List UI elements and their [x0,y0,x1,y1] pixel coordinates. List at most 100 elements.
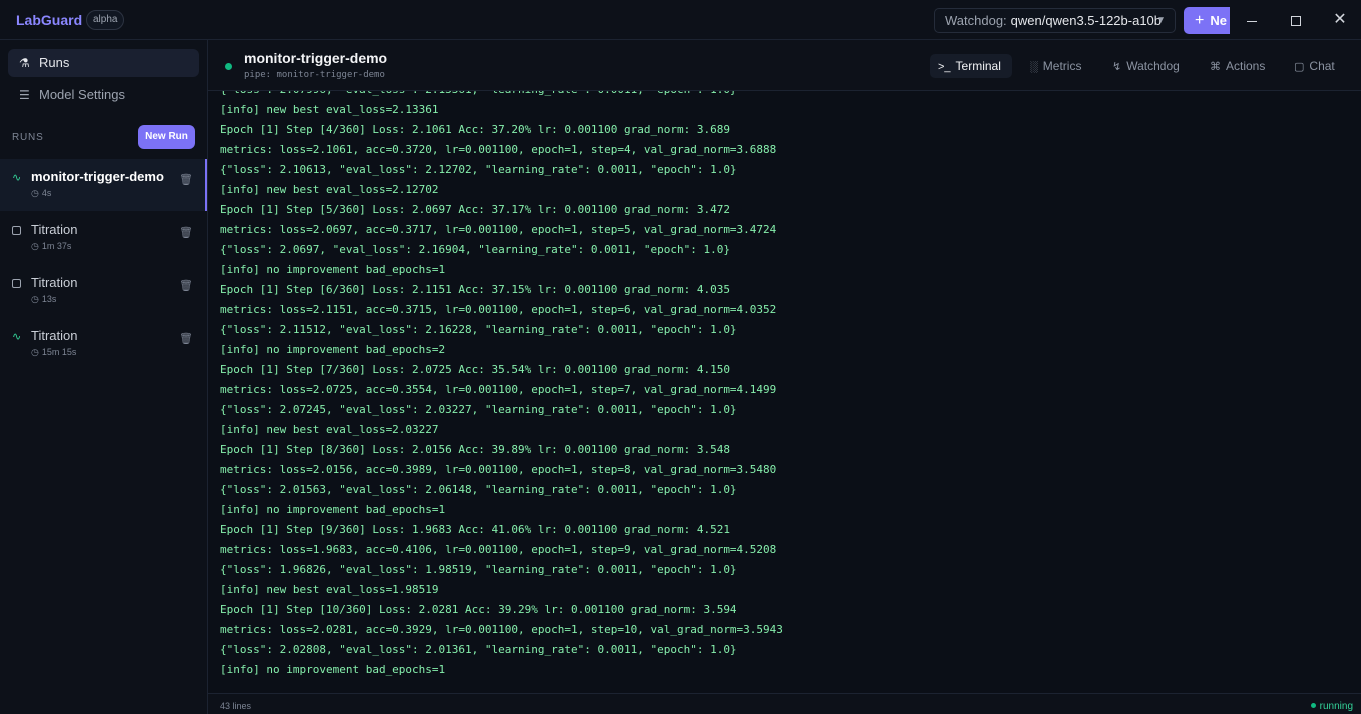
terminal-line: [info] new best eval_loss=1.98519 [220,583,439,596]
run-status-text: running [1319,701,1353,712]
run-duration: ◷ 4s [31,188,51,199]
tab-label: Chat [1309,59,1335,73]
terminal-line: {"loss": 2.02808, "eval_loss": 2.01361, … [220,643,737,656]
trash-icon[interactable]: 🗑 [179,279,193,292]
terminal-line: metrics: loss=2.1061, acc=0.3720, lr=0.0… [220,143,777,156]
terminal-line: {"loss": 2.07996, "eval_loss": 2.13361, … [220,91,737,100]
tab-metrics[interactable]: ░ Metrics [1022,54,1094,78]
tab-terminal[interactable]: >_ Terminal [930,54,1012,78]
window-controls: ✕ [1230,0,1361,40]
run-name: Titration [31,328,78,343]
title-bar: LabGuard alpha Watchdog: qwen/qwen3.5-122… [0,0,1361,40]
run-duration-value: 15m 15s [41,347,77,357]
terminal-line: metrics: loss=2.1151, acc=0.3715, lr=0.0… [220,303,777,316]
run-duration: ◷ 15m 15s [31,347,76,358]
terminal-line: Epoch [1] Step [4/360] Loss: 2.1061 Acc:… [220,123,730,136]
bar-chart-icon: ░ [1030,61,1038,73]
terminal-line: {"loss": 1.96826, "eval_loss": 1.98519, … [220,563,737,576]
status-bar: 43 lines running [208,693,1361,714]
run-list-item[interactable]: ∿ Titration ◷ 15m 15s 🗑 [0,318,207,370]
new-button-label: Ne [1210,13,1227,28]
terminal-line: [info] no improvement bad_epochs=1 [220,663,446,676]
new-run-button[interactable]: New Run [138,125,195,149]
run-title: monitor-trigger-demo [244,50,388,66]
plus-icon: + [1195,12,1205,29]
tab-label: Metrics [1042,59,1082,73]
run-header: monitor-trigger-demo pipe: monitor-trigg… [208,40,1361,91]
terminal-line: [info] new best eval_loss=2.03227 [220,423,439,436]
sidebar-item-model-settings[interactable]: ☰ Model Settings [8,81,199,109]
terminal-line: Epoch [1] Step [8/360] Loss: 2.0156 Acc:… [220,443,730,456]
run-duration-value: 1m 37s [41,241,72,251]
tab-label: Watchdog [1126,59,1180,73]
terminal-line: metrics: loss=2.0281, acc=0.3929, lr=0.0… [220,623,783,636]
terminal-line: metrics: loss=2.0156, acc=0.3989, lr=0.0… [220,463,777,476]
terminal-line: [info] no improvement bad_epochs=1 [220,503,446,516]
run-name: monitor-trigger-demo [31,169,164,184]
zap-icon: ↯ [1112,61,1122,73]
flask-icon: ⚗ [19,56,30,70]
terminal-line: {"loss": 2.01563, "eval_loss": 2.06148, … [220,483,737,496]
tab-label: Actions [1226,59,1266,73]
plug-icon: ⌘ [1210,61,1221,73]
terminal-line: metrics: loss=2.0725, acc=0.3554, lr=0.0… [220,383,777,396]
close-icon[interactable]: ✕ [1318,0,1361,40]
run-tabs: >_ Terminal ░ Metrics ↯ Watchdog ⌘ Actions ▢… [930,54,1361,78]
line-count: 43 lines [220,701,252,711]
run-list-item[interactable]: Titration ◷ 1m 37s 🗑 [0,212,207,264]
activity-icon: ∿ [12,172,22,184]
minimize-icon[interactable] [1230,0,1274,40]
clock-icon: ◷ [31,188,39,198]
trash-icon[interactable]: 🗑 [179,173,193,186]
runs-section-header: RUNS [12,132,44,143]
running-status-dot [225,63,232,70]
terminal-line: Epoch [1] Step [7/360] Loss: 2.0725 Acc:… [220,363,730,376]
sidebar-item-label: Runs [39,55,70,70]
app-brand: LabGuard [16,12,83,28]
maximize-icon[interactable] [1274,0,1318,40]
clock-icon: ◷ [31,294,39,304]
terminal-icon: >_ [938,61,951,73]
terminal-line: {"loss": 2.07245, "eval_loss": 2.03227, … [220,403,737,416]
run-duration: ◷ 13s [31,294,56,305]
tab-actions[interactable]: ⌘ Actions [1202,54,1276,78]
terminal-line: {"loss": 2.10613, "eval_loss": 2.12702, … [220,163,737,176]
chevron-down-icon: ▼ [1156,15,1166,26]
terminal-line: Epoch [1] Step [10/360] Loss: 2.0281 Acc… [220,603,737,616]
stopped-square-icon [12,226,21,235]
run-pipe: pipe: monitor-trigger-demo [244,70,385,80]
terminal-line: Epoch [1] Step [6/360] Loss: 2.1151 Acc:… [220,283,730,296]
run-status-indicator: running [1310,701,1353,712]
run-duration: ◷ 1m 37s [31,241,71,252]
sliders-icon: ☰ [19,88,30,102]
activity-icon: ∿ [12,331,22,343]
status-dot [1310,703,1316,708]
terminal-line: [info] no improvement bad_epochs=1 [220,263,446,276]
terminal-line: {"loss": 2.11512, "eval_loss": 2.16228, … [220,323,737,336]
terminal-output[interactable]: {"loss": 2.07996, "eval_loss": 2.13361, … [208,91,1361,693]
watchdog-model-select[interactable]: Watchdog: qwen/qwen3.5-122b-a10b ▼ [934,8,1176,33]
watchdog-select-label: Watchdog: [945,13,1007,28]
run-duration-value: 13s [41,294,57,304]
terminal-line: Epoch [1] Step [9/360] Loss: 1.9683 Acc:… [220,523,730,536]
trash-icon[interactable]: 🗑 [179,332,193,345]
terminal-line: [info] new best eval_loss=2.13361 [220,103,439,116]
clock-icon: ◷ [31,347,39,357]
run-name: Titration [31,222,78,237]
run-duration-value: 4s [41,188,52,198]
terminal-line: {"loss": 2.0697, "eval_loss": 2.16904, "… [220,243,730,256]
new-button[interactable]: + Ne [1184,7,1230,34]
sidebar-item-runs[interactable]: ⚗ Runs [8,49,199,77]
run-list-item[interactable]: ∿ monitor-trigger-demo ◷ 4s 🗑 [0,159,207,211]
terminal-line: [info] new best eval_loss=2.12702 [220,183,439,196]
watchdog-select-value: qwen/qwen3.5-122b-a10b [1010,13,1162,28]
trash-icon[interactable]: 🗑 [179,226,193,239]
terminal-line: metrics: loss=2.0697, acc=0.3717, lr=0.0… [220,223,777,236]
run-list-item[interactable]: Titration ◷ 13s 🗑 [0,265,207,317]
sidebar-item-label: Model Settings [39,87,125,102]
tab-chat[interactable]: ▢ Chat [1286,54,1350,78]
chat-icon: ▢ [1294,61,1305,73]
clock-icon: ◷ [31,241,39,251]
tab-watchdog[interactable]: ↯ Watchdog [1104,54,1192,78]
terminal-line: Epoch [1] Step [5/360] Loss: 2.0697 Acc:… [220,203,730,216]
